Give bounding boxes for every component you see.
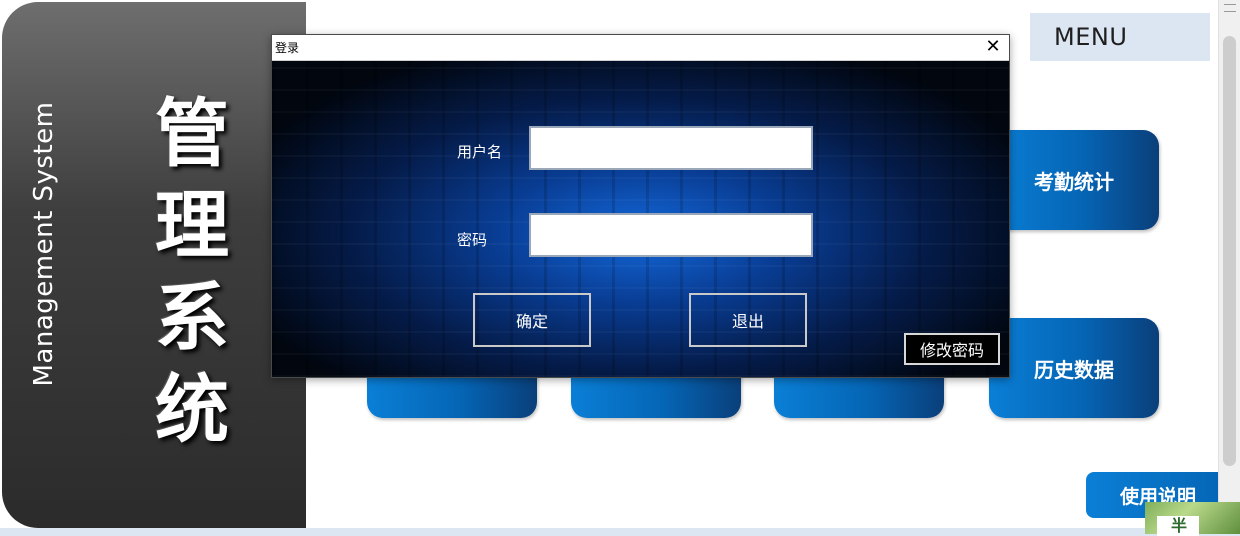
close-icon[interactable]: ✕ [983, 37, 1003, 57]
username-label: 用户名 [457, 143, 503, 161]
change-password-button[interactable]: 修改密码 [904, 333, 1000, 365]
confirm-button[interactable]: 确定 [473, 293, 591, 347]
password-label: 密码 [457, 231, 488, 249]
sidebar-title-char: 理 [155, 183, 229, 269]
corner-badge: 半 [1157, 516, 1199, 536]
dialog-title: 登录 [275, 41, 300, 55]
vertical-scrollbar[interactable] [1218, 0, 1240, 534]
menu-header: MENU [1030, 13, 1210, 61]
tile-attendance-stats[interactable]: 考勤统计 [989, 130, 1159, 230]
corner-thumbnail: 半 [1145, 502, 1240, 536]
username-input[interactable] [529, 126, 813, 170]
tile-history-data[interactable]: 历史数据 [989, 318, 1159, 418]
login-dialog: 登录 ✕ 用户名 密码 确定 退出 修改密码 [271, 34, 1010, 378]
sidebar-chinese-title: 管 理 系 统 [150, 88, 234, 456]
dialog-titlebar[interactable]: 登录 ✕ [272, 35, 1009, 61]
sidebar-english-title: Management System [29, 101, 59, 387]
scroll-thumb[interactable] [1223, 36, 1236, 466]
scroll-menu-icon[interactable] [1224, 4, 1236, 12]
exit-button[interactable]: 退出 [689, 293, 807, 347]
sidebar-panel: Management System 管 理 系 统 [2, 2, 306, 528]
sidebar-title-char: 系 [155, 275, 229, 361]
sidebar-title-char: 管 [155, 91, 229, 177]
dialog-body: 用户名 密码 确定 退出 修改密码 [272, 61, 1009, 377]
sidebar-title-char: 统 [155, 367, 229, 453]
password-input[interactable] [529, 213, 813, 257]
